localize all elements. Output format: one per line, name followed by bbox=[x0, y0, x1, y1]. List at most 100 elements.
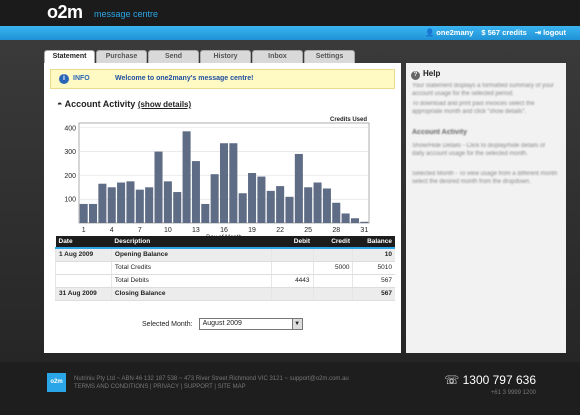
bar bbox=[154, 151, 163, 223]
bar bbox=[341, 213, 350, 223]
tab-inbox[interactable]: Inbox bbox=[252, 50, 303, 63]
phone-icon: ☏ bbox=[444, 373, 460, 387]
bar bbox=[201, 203, 210, 223]
y-tick-label: 100 bbox=[64, 197, 76, 204]
description-cell: Total Debits bbox=[110, 274, 272, 288]
bar bbox=[257, 176, 266, 223]
credit-cell bbox=[312, 287, 353, 301]
bar bbox=[163, 181, 172, 223]
col-description: Description bbox=[111, 236, 272, 249]
table-header-row: Date Description Debit Credit Balance bbox=[55, 236, 395, 249]
month-select[interactable]: August 2009 ▼ bbox=[198, 318, 303, 330]
credits-used-chart: 100 200 300 400 1 4 7 10 13 16 19 22 25 28 31 Credits U… bbox=[64, 117, 370, 238]
date-cell bbox=[55, 274, 112, 288]
bar bbox=[135, 189, 144, 223]
x-tick-label: 31 bbox=[360, 227, 368, 234]
x-tick-label: 1 bbox=[82, 227, 86, 234]
bar bbox=[145, 187, 154, 223]
y-tick-label: 200 bbox=[64, 173, 76, 180]
balance-cell: 10 bbox=[352, 248, 395, 262]
tab-send[interactable]: Send bbox=[148, 50, 199, 63]
month-select-value: August 2009 bbox=[202, 320, 242, 327]
bar bbox=[276, 186, 285, 223]
logout-link[interactable]: ⇥ logout bbox=[535, 28, 566, 37]
bar bbox=[313, 182, 322, 223]
help-para-2: To download and print past invoices sele… bbox=[412, 101, 535, 115]
bar bbox=[126, 181, 135, 223]
footer-links[interactable]: TERMS AND CONDITIONS | PRIVACY | SUPPORT… bbox=[74, 383, 349, 391]
x-tick-label: 10 bbox=[164, 227, 172, 234]
dollar-icon: $ bbox=[481, 28, 486, 37]
description-cell: Closing Balance bbox=[110, 287, 272, 301]
credit-cell: 5000 bbox=[312, 261, 353, 275]
tab-statement[interactable]: Statement bbox=[44, 50, 95, 64]
description-cell: Opening Balance bbox=[110, 248, 272, 262]
date-cell: 31 Aug 2009 bbox=[55, 287, 112, 301]
col-balance: Balance bbox=[352, 236, 395, 249]
credits-link[interactable]: $567 credits bbox=[481, 28, 526, 37]
table-row: Total Debits 4443 567 bbox=[55, 274, 395, 288]
x-tick-label: 16 bbox=[220, 227, 228, 234]
bar bbox=[248, 173, 257, 223]
x-tick-label: 13 bbox=[192, 227, 200, 234]
tab-history[interactable]: History bbox=[200, 50, 251, 63]
show-details-link[interactable]: (show details) bbox=[138, 100, 191, 109]
balance-cell: 5010 bbox=[352, 261, 395, 275]
date-cell bbox=[55, 261, 112, 275]
info-message: Welcome to one2many's message centre! bbox=[115, 75, 254, 82]
help-bullet-1: Show/Hide Details - Click to display/hid… bbox=[412, 143, 546, 157]
help-para-1: Your statement displays a formatted summ… bbox=[412, 83, 554, 97]
bar bbox=[117, 182, 126, 223]
account-activity-title: Account Activity bbox=[64, 99, 136, 109]
bar bbox=[173, 192, 182, 223]
user-info: 👤 one2many $567 credits ⇥ logout bbox=[425, 28, 566, 37]
chevron-down-icon[interactable]: ▼ bbox=[291, 319, 302, 329]
month-select-label: Selected Month: bbox=[142, 320, 193, 328]
help-panel: ? Help Your statement displays a formatte… bbox=[406, 63, 566, 353]
logo[interactable]: o2m bbox=[47, 2, 83, 23]
credit-cell bbox=[312, 274, 353, 288]
user-link[interactable]: 👤 one2many bbox=[425, 28, 473, 37]
y-tick-label: 400 bbox=[64, 125, 76, 132]
footer-company-info: Nutriniu Pty Ltd ~ ABN 46 132 187 538 ~ … bbox=[74, 376, 349, 382]
footer-phone-intl: +61 3 9999 1200 bbox=[490, 390, 536, 396]
credit-cell bbox=[312, 248, 353, 262]
footer-phone-number: 1300 797 636 bbox=[462, 373, 536, 387]
x-tick-label: 28 bbox=[332, 227, 340, 234]
logo-text: o2m bbox=[47, 2, 83, 22]
tab-bar: Statement Purchase Send History Inbox Se… bbox=[44, 50, 355, 64]
help-title: Help bbox=[423, 69, 441, 78]
x-tick-label: 25 bbox=[304, 227, 312, 234]
footer: o2m Nutriniu Pty Ltd ~ ABN 46 132 187 53… bbox=[0, 362, 580, 415]
debit-cell bbox=[270, 287, 314, 301]
user-name: one2many bbox=[436, 28, 474, 37]
help-bullet-2: Selected Month - To view usage from a di… bbox=[412, 171, 558, 185]
bar bbox=[322, 188, 331, 223]
bar bbox=[360, 221, 369, 223]
bar bbox=[304, 187, 313, 223]
app-title: message centre bbox=[94, 9, 159, 19]
tab-purchase[interactable]: Purchase bbox=[96, 50, 147, 63]
col-credit: Credit bbox=[313, 236, 353, 249]
footer-text: Nutriniu Pty Ltd ~ ABN 46 132 187 538 ~ … bbox=[74, 375, 349, 391]
bar bbox=[285, 196, 294, 223]
bar bbox=[350, 218, 359, 223]
statement-panel: i INFO Welcome to one2many's message cen… bbox=[44, 63, 401, 353]
logout-icon: ⇥ bbox=[534, 28, 542, 37]
logout-label: logout bbox=[543, 28, 566, 37]
bar bbox=[98, 183, 107, 223]
bar bbox=[238, 193, 247, 223]
table-row: Total Credits 5000 5010 bbox=[55, 261, 395, 275]
balance-cell: 567 bbox=[352, 287, 395, 301]
top-bar: o2m message centre bbox=[0, 0, 580, 26]
bar bbox=[294, 153, 303, 223]
col-date: Date bbox=[55, 236, 112, 249]
debit-cell bbox=[270, 261, 314, 275]
help-section-title: Account Activity bbox=[412, 129, 467, 136]
info-icon: i bbox=[59, 74, 69, 84]
user-icon: 👤 bbox=[424, 28, 435, 37]
footer-logo[interactable]: o2m bbox=[47, 373, 66, 392]
bar bbox=[229, 143, 238, 223]
info-banner: i INFO Welcome to one2many's message cen… bbox=[50, 69, 395, 89]
tab-settings[interactable]: Settings bbox=[304, 50, 355, 63]
